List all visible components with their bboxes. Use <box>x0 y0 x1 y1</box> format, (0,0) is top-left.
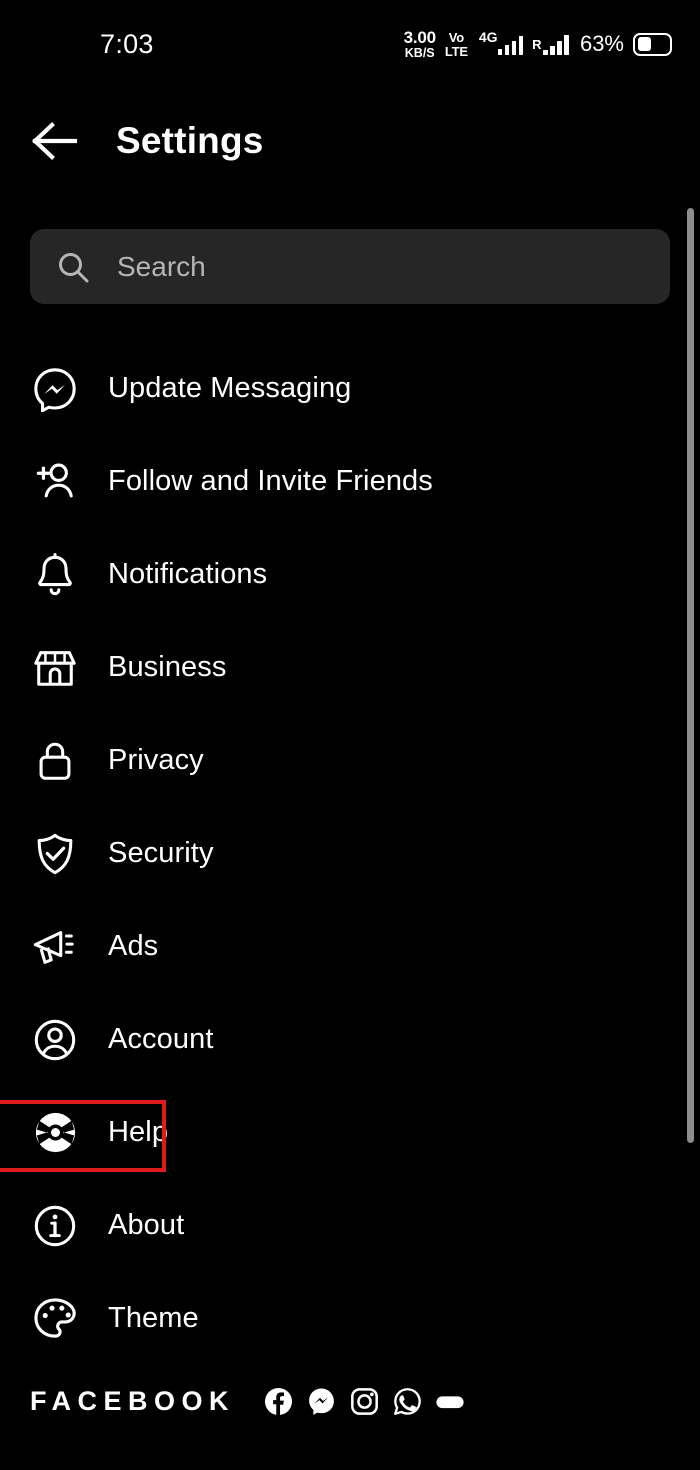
sim2-signal-indicator: R <box>532 34 569 55</box>
shield-check-icon <box>30 829 80 879</box>
volte-label-top: Vo <box>448 29 464 45</box>
menu-item-business[interactable]: Business <box>0 621 700 714</box>
settings-screen: 7:03 3.00 KB/S Vo LTE 4G R 63% Settings … <box>0 0 700 1470</box>
menu-item-security[interactable]: Security <box>0 807 700 900</box>
bell-icon <box>30 550 80 600</box>
footer-branding: FACEBOOK <box>30 1386 465 1417</box>
menu-item-help[interactable]: Help <box>0 1086 700 1179</box>
settings-menu-list: Update Messaging Follow and Invite Frien… <box>0 342 700 1365</box>
signal-bars-roaming-icon <box>543 34 569 55</box>
menu-item-label: Business <box>108 651 227 683</box>
app-header: Settings <box>0 88 700 193</box>
menu-item-update-messaging[interactable]: Update Messaging <box>0 342 700 435</box>
menu-item-label: Privacy <box>108 744 204 776</box>
search-input[interactable]: Search <box>30 229 670 304</box>
menu-item-theme[interactable]: Theme <box>0 1272 700 1365</box>
menu-item-label: Update Messaging <box>108 372 352 404</box>
network-speed-value: 3.00 <box>403 27 436 47</box>
messenger-icon <box>306 1387 336 1417</box>
volte-label-bottom: LTE <box>444 43 468 59</box>
page-title: Settings <box>116 119 264 161</box>
vertical-scrollbar[interactable] <box>687 208 694 1143</box>
status-clock: 7:03 <box>100 28 154 59</box>
user-circle-icon <box>30 1015 80 1065</box>
storefront-icon <box>30 643 80 693</box>
meta-oculus-icon <box>435 1387 465 1417</box>
social-icon-row <box>263 1387 465 1417</box>
menu-item-about[interactable]: About <box>0 1179 700 1272</box>
volte-indicator: Vo LTE <box>445 31 468 58</box>
battery-icon <box>633 32 672 56</box>
network-speed-indicator: 3.00 KB/S <box>404 29 436 60</box>
network-type-label: 4G <box>478 28 498 45</box>
lifebuoy-icon <box>30 1108 80 1158</box>
back-button[interactable] <box>22 108 88 174</box>
menu-item-follow-and-invite-friends[interactable]: Follow and Invite Friends <box>0 435 700 528</box>
person-add-icon <box>30 457 80 507</box>
status-bar: 7:03 3.00 KB/S Vo LTE 4G R 63% <box>0 0 700 88</box>
menu-item-label: Notifications <box>108 558 268 590</box>
menu-item-label: Account <box>108 1023 214 1055</box>
info-circle-icon <box>30 1201 80 1251</box>
menu-item-label: Help <box>108 1116 169 1148</box>
sim1-signal-indicator: 4G <box>477 29 524 55</box>
menu-item-ads[interactable]: Ads <box>0 900 700 993</box>
lock-icon <box>30 736 80 786</box>
menu-item-label: Follow and Invite Friends <box>108 465 433 497</box>
menu-item-privacy[interactable]: Privacy <box>0 714 700 807</box>
brand-wordmark: FACEBOOK <box>30 1386 236 1416</box>
megaphone-icon <box>30 922 80 972</box>
network-speed-unit: KB/S <box>404 45 435 60</box>
menu-item-label: Security <box>108 837 214 869</box>
roaming-label: R <box>532 36 542 52</box>
battery-percent: 63% <box>579 31 624 56</box>
menu-item-account[interactable]: Account <box>0 993 700 1086</box>
whatsapp-icon <box>392 1387 422 1417</box>
palette-icon <box>30 1294 80 1344</box>
facebook-icon <box>263 1387 293 1417</box>
messenger-icon <box>30 364 80 414</box>
instagram-icon <box>349 1387 379 1417</box>
status-indicators: 3.00 KB/S Vo LTE 4G R 63% <box>404 29 672 60</box>
menu-item-label: About <box>108 1209 185 1241</box>
menu-item-notifications[interactable]: Notifications <box>0 528 700 621</box>
search-icon <box>59 252 89 282</box>
back-arrow-icon <box>32 121 78 160</box>
menu-item-label: Ads <box>108 930 159 962</box>
search-placeholder: Search <box>117 250 206 282</box>
signal-bars-icon <box>497 34 524 55</box>
menu-item-label: Theme <box>108 1302 199 1334</box>
